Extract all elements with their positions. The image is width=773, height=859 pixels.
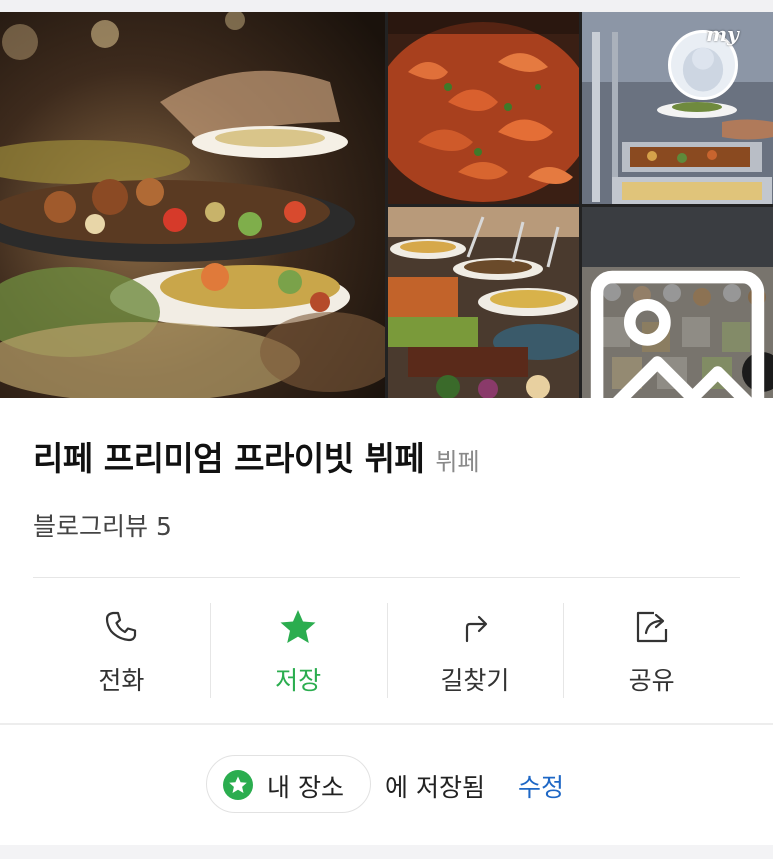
star-circle-icon [223, 770, 253, 800]
my-badge-text: my [706, 22, 739, 46]
star-icon [280, 610, 316, 643]
share-label: 공유 [628, 666, 675, 695]
folder-label: 내 장소 [267, 773, 344, 802]
top-divider [0, 0, 773, 12]
call-button[interactable]: 전화 [33, 603, 210, 698]
saved-status-text: 에 저장됨 [385, 773, 485, 802]
place-name: 리페 프리미엄 프라이빗 뷔페 [33, 439, 425, 478]
save-label: 저장 [275, 666, 322, 695]
place-category: 뷔페 [435, 448, 480, 476]
my-places-folder-button[interactable]: 내 장소 [206, 755, 371, 813]
call-label: 전화 [98, 666, 145, 695]
bottom-divider [0, 845, 773, 859]
phone-icon [106, 611, 137, 642]
shrimp-platter-photo[interactable] [388, 12, 579, 204]
directions-button[interactable]: 길찾기 [386, 603, 564, 698]
buffet-salad-photo[interactable] [0, 12, 385, 398]
share-icon [636, 611, 667, 643]
save-button[interactable]: 저장 [209, 603, 387, 698]
photo-gallery[interactable]: my [0, 12, 773, 398]
chafing-dish-photo[interactable]: my [582, 12, 773, 204]
blog-review-link[interactable]: 블로그리뷰 5 [33, 507, 172, 543]
share-button[interactable]: 공유 [563, 603, 740, 698]
directions-label: 길찾기 [440, 666, 510, 695]
dessert-cups-photo[interactable]: +3 [582, 207, 773, 398]
saved-status-row: 내 장소 에 저장됨 수정 [0, 755, 773, 815]
buffet-platters-photo[interactable] [388, 207, 579, 398]
action-bar: 전화 저장 길찾기 공유 [33, 603, 740, 698]
directions-icon [465, 615, 487, 643]
image-icon [590, 270, 765, 398]
place-title: 리페 프리미엄 프라이빗 뷔페 뷔페 [33, 432, 480, 480]
edit-link[interactable]: 수정 [518, 768, 564, 804]
more-photos-overlay[interactable]: +3 [582, 207, 773, 398]
section-divider [33, 577, 740, 578]
section-divider-thick [0, 723, 773, 725]
